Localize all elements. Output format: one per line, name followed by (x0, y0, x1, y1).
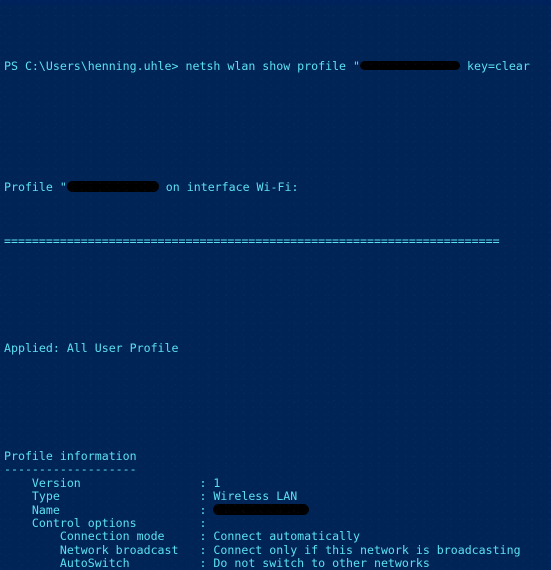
settings-row-label: Version (4, 475, 200, 490)
settings-row: Connection mode : Connect automatically (4, 530, 551, 543)
redacted-profile-name-header (66, 180, 159, 192)
settings-row-label: Type (4, 489, 200, 504)
profile-header-line: Profile " on interface Wi-Fi: (4, 179, 551, 194)
settings-row: Network broadcast : Connect only if this… (4, 542, 551, 557)
command-space (346, 59, 353, 73)
settings-row-value: Do not switch to other networks (213, 556, 430, 570)
command-prompt-line[interactable]: PS C:\Users\henning.uhle> netsh wlan sho… (4, 58, 551, 73)
settings-row-separator: : (199, 502, 214, 517)
settings-row-value: Connect only if this network is broadcas… (213, 542, 521, 557)
section-rule: ------------------- (4, 462, 137, 477)
redacted-value-name (213, 503, 310, 515)
settings-row-separator: : (199, 516, 214, 531)
settings-row: Name : (4, 502, 551, 517)
settings-row-separator: : (199, 542, 214, 557)
header-rule: ========================================… (4, 233, 500, 248)
settings-row-separator: : (199, 556, 214, 570)
quote-open: " (353, 58, 361, 73)
settings-row: Type : Wireless LAN (4, 489, 551, 504)
command-text: netsh wlan show profile (185, 58, 347, 73)
settings-row-separator: : (199, 475, 214, 490)
settings-row: AutoSwitch : Do not switch to other netw… (4, 557, 551, 570)
profile-header-prefix: Profile (4, 179, 60, 194)
command-space2 (460, 59, 467, 73)
settings-row-value: 1 (213, 475, 221, 490)
section-title: Profile information (4, 448, 137, 463)
settings-row-label: Connection mode (4, 529, 200, 544)
applied-line: Applied: All User Profile (4, 341, 179, 356)
command-tail: key=clear (467, 58, 530, 73)
redacted-profile-name-in-command (360, 60, 461, 70)
settings-row-label: Network broadcast (4, 542, 200, 557)
profile-header-suffix: on interface Wi-Fi: (158, 179, 299, 194)
settings-row: Version : 1 (4, 475, 551, 490)
settings-row-label: Name (4, 502, 200, 517)
settings-row-separator: : (199, 529, 214, 544)
console-top-edge (0, 0, 551, 5)
settings-row-separator: : (199, 489, 214, 504)
console-output-area[interactable]: PS C:\Users\henning.uhle> netsh wlan sho… (4, 6, 551, 570)
prompt-path: PS C:\Users\henning.uhle> (4, 58, 179, 73)
powershell-console-window[interactable]: PS C:\Users\henning.uhle> netsh wlan sho… (0, 0, 551, 570)
settings-row: Control options : (4, 516, 551, 531)
settings-row-label: AutoSwitch (4, 556, 200, 570)
settings-row-value: Wireless LAN (213, 489, 298, 504)
settings-row-label: Control options (4, 516, 200, 531)
profile-header-quote: " (59, 179, 67, 194)
settings-row-value: Connect automatically (213, 529, 361, 544)
settings-sections: Profile information ------------------- V… (4, 448, 551, 570)
